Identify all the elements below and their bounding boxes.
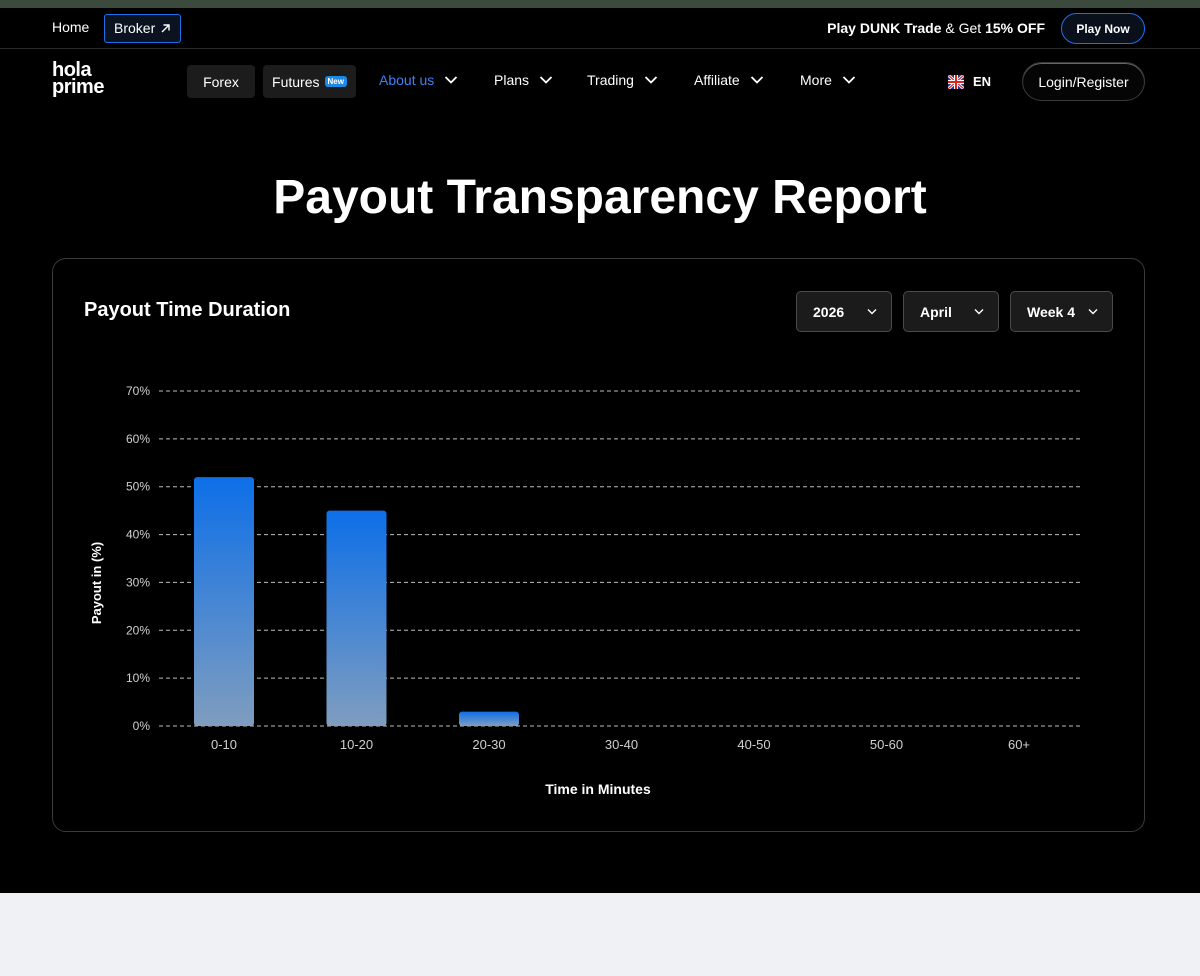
x-tick-label: 50-60 (870, 737, 903, 752)
chevron-down-icon (842, 76, 856, 84)
promo-discount: 15% OFF (985, 20, 1045, 36)
x-tick-label: 20-30 (472, 737, 505, 752)
y-axis-label: Payout in (%) (89, 542, 104, 624)
y-tick-label: 0% (133, 719, 151, 733)
broker-button[interactable]: Broker (104, 14, 182, 43)
nav-plans-label: Plans (494, 72, 530, 88)
x-tick-label: 10-20 (340, 737, 373, 752)
x-tick-label: 60+ (1008, 737, 1030, 752)
nav-plans[interactable]: Plans (494, 72, 553, 88)
forex-label: Forex (203, 73, 239, 90)
bar-10-20 (326, 510, 387, 726)
bar-0-10 (194, 477, 254, 726)
uk-flag-icon (948, 74, 964, 89)
nav-trading-label: Trading (587, 72, 634, 88)
external-arrow-icon (161, 24, 170, 33)
bar-20-30 (459, 711, 519, 726)
top-accent-strip (0, 0, 1200, 8)
y-tick-label: 20% (126, 623, 150, 637)
y-tick-label: 30% (126, 575, 150, 589)
utility-bar: Home Broker Play DUNK Trade & Get 15% OF… (0, 8, 1200, 49)
payout-chart-card: Payout Time Duration 2026 April Week 4 0… (52, 258, 1145, 832)
broker-label: Broker (114, 20, 156, 36)
promo-text: Play DUNK Trade & Get 15% OFF (827, 20, 1045, 36)
x-axis-label: Time in Minutes (545, 781, 651, 797)
language-selector[interactable]: EN (948, 74, 991, 89)
payout-bar-chart: 0% 10% 20% 30% 40% 50% 60% 70% 0-10 10-20 20-30 30-… (89, 384, 1083, 797)
nav-affiliate-label: Affiliate (694, 72, 740, 88)
play-now-button[interactable]: Play Now (1061, 13, 1145, 44)
language-code: EN (973, 74, 992, 89)
chevron-down-icon (750, 76, 763, 84)
futures-label: Futures (272, 73, 320, 90)
nav-about-us-label: About us (379, 72, 435, 88)
y-tick-label: 10% (126, 671, 150, 685)
nav-about-us[interactable]: About us (379, 72, 458, 88)
y-tick-label: 60% (126, 432, 150, 446)
nav-trading[interactable]: Trading (587, 72, 658, 88)
futures-tab[interactable]: Futures New (263, 65, 356, 98)
y-tick-label: 50% (126, 480, 150, 494)
chevron-down-icon (539, 76, 553, 84)
holaprime-logo[interactable]: hola prime (52, 60, 116, 100)
nav-affiliate[interactable]: Affiliate (694, 72, 764, 88)
promo-product: Play DUNK Trade (827, 20, 942, 36)
login-register-button[interactable]: Login/Register (1022, 62, 1145, 101)
logo-word-2: prime (52, 76, 104, 98)
x-tick-label: 30-40 (605, 737, 638, 752)
nav-more[interactable]: More (800, 72, 856, 88)
y-tick-label: 70% (126, 384, 150, 398)
chevron-down-icon (644, 76, 658, 84)
chevron-down-icon (445, 76, 458, 84)
page-title: Payout Transparency Report (273, 171, 927, 224)
x-tick-label: 40-50 (737, 737, 770, 752)
y-tick-label: 40% (126, 528, 150, 542)
new-badge: New (324, 76, 347, 87)
promo-middle: & Get (941, 20, 986, 36)
home-link[interactable]: Home (52, 19, 89, 35)
forex-tab[interactable]: Forex (187, 65, 255, 98)
x-tick-label: 0-10 (211, 737, 237, 752)
nav-more-label: More (800, 72, 832, 88)
